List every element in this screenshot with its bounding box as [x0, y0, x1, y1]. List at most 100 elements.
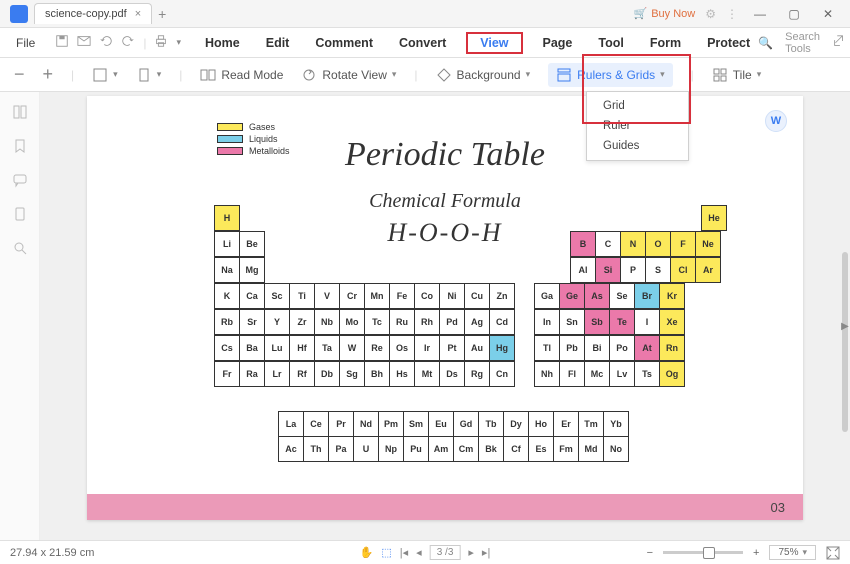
element-Cs: Cs	[214, 335, 240, 361]
element-C: C	[595, 231, 621, 257]
zoom-out-button[interactable]: −	[14, 64, 25, 85]
element-Sr: Sr	[239, 309, 265, 335]
menu-tabs: Home Edit Comment Convert View Page Tool…	[199, 32, 756, 54]
element-Pd: Pd	[439, 309, 465, 335]
print-icon[interactable]	[154, 34, 168, 51]
tab-view[interactable]: View	[466, 32, 522, 54]
thumbnails-icon[interactable]	[12, 104, 28, 120]
element-O: O	[645, 231, 671, 257]
comment-icon[interactable]	[12, 172, 28, 188]
minimize-button[interactable]: —	[748, 7, 772, 21]
zoom-out-status[interactable]: −	[647, 547, 653, 559]
tab-page[interactable]: Page	[537, 32, 579, 54]
workspace: W Gases Liquids Metalloids Periodic Tabl…	[0, 92, 850, 540]
tab-tool[interactable]: Tool	[592, 32, 629, 54]
element-Co: Co	[414, 283, 440, 309]
element-Tm: Tm	[578, 411, 604, 437]
side-panel	[0, 92, 40, 540]
settings-icon[interactable]: ⚙	[705, 7, 716, 21]
zoom-in-status[interactable]: +	[753, 547, 759, 559]
lanthanide-row: LaCePrNdPmSmEuGdTbDyHoErTmYb	[279, 412, 629, 437]
element-Mg: Mg	[239, 257, 265, 283]
swatch-metalloids	[217, 147, 243, 155]
menu-item-guides[interactable]: Guides	[587, 136, 688, 156]
element-Ru: Ru	[389, 309, 415, 335]
tab-home[interactable]: Home	[199, 32, 246, 54]
qat-dropdown-icon[interactable]: ▾	[176, 37, 181, 48]
right-edge-scroll[interactable]: ▶	[840, 316, 850, 336]
fit-width-button[interactable]: ▾	[92, 67, 118, 83]
app-icon	[10, 5, 28, 23]
read-mode-button[interactable]: Read Mode	[200, 67, 283, 83]
element-Cf: Cf	[503, 436, 529, 462]
prev-page-button[interactable]: ◂	[416, 546, 422, 559]
next-page-button[interactable]: ▸	[468, 546, 474, 559]
document-canvas[interactable]: W Gases Liquids Metalloids Periodic Tabl…	[40, 92, 850, 540]
tab-form[interactable]: Form	[644, 32, 687, 54]
element-Hs: Hs	[389, 361, 415, 387]
element-H: H	[214, 205, 240, 231]
attachment-icon[interactable]	[12, 206, 28, 222]
save-icon[interactable]	[55, 34, 69, 51]
element-Db: Db	[314, 361, 340, 387]
element-Bk: Bk	[478, 436, 504, 462]
element-Be: Be	[239, 231, 265, 257]
mail-icon[interactable]	[77, 34, 91, 51]
undo-icon[interactable]	[99, 34, 113, 51]
search-tools-input[interactable]: Search Tools	[785, 31, 820, 55]
new-tab-button[interactable]: +	[158, 6, 166, 22]
tab-protect[interactable]: Protect	[701, 32, 756, 54]
redo-icon[interactable]	[121, 34, 135, 51]
word-export-badge[interactable]: W	[765, 110, 787, 132]
close-window-button[interactable]: ✕	[816, 7, 840, 21]
page-number-field[interactable]: 3 /3	[430, 545, 461, 560]
share-icon[interactable]	[832, 34, 846, 51]
tab-edit[interactable]: Edit	[260, 32, 296, 54]
element-Er: Er	[553, 411, 579, 437]
vertical-scrollbar[interactable]	[842, 252, 848, 432]
tile-button[interactable]: Tile▾	[712, 67, 761, 83]
element-Br: Br	[634, 283, 660, 309]
tab-comment[interactable]: Comment	[309, 32, 379, 54]
search-icon[interactable]: 🔍	[758, 36, 773, 50]
zoom-in-button[interactable]: +	[43, 64, 54, 85]
element-Ho: Ho	[528, 411, 554, 437]
hand-tool-icon[interactable]: ✋	[360, 546, 374, 559]
menu-item-ruler[interactable]: Ruler	[587, 116, 688, 136]
rulers-grids-button[interactable]: Rulers & Grids▾	[548, 63, 673, 87]
element-Lr: Lr	[264, 361, 290, 387]
element-Sg: Sg	[339, 361, 365, 387]
zoom-slider[interactable]	[663, 551, 743, 554]
bookmark-icon[interactable]	[12, 138, 28, 154]
search-side-icon[interactable]	[12, 240, 28, 256]
zoom-level-field[interactable]: 75%▾	[769, 545, 816, 560]
menu-item-grid[interactable]: Grid	[587, 96, 688, 116]
more-icon[interactable]: ⋮	[726, 7, 738, 21]
element-Ge: Ge	[559, 283, 585, 309]
fit-screen-icon[interactable]	[826, 546, 840, 560]
element-Kr: Kr	[659, 283, 685, 309]
element-Si: Si	[595, 257, 621, 283]
element-La: La	[278, 411, 304, 437]
last-page-button[interactable]: ▸|	[482, 546, 490, 559]
close-tab-icon[interactable]: ×	[135, 8, 141, 20]
fit-page-button[interactable]: ▾	[136, 67, 162, 83]
select-tool-icon[interactable]: ⬚	[381, 546, 391, 559]
maximize-button[interactable]: ▢	[782, 7, 806, 21]
element-I: I	[634, 309, 660, 335]
file-menu[interactable]: File	[8, 32, 43, 54]
rotate-view-button[interactable]: Rotate View▾	[301, 67, 396, 83]
document-tab-label: science-copy.pdf	[45, 8, 127, 20]
tab-convert[interactable]: Convert	[393, 32, 452, 54]
legend: Gases Liquids Metalloids	[217, 122, 290, 158]
element-F: F	[670, 231, 696, 257]
element-U: U	[353, 436, 379, 462]
buy-now-link[interactable]: 🛒 Buy Now	[634, 7, 696, 20]
first-page-button[interactable]: |◂	[400, 546, 408, 559]
element-Bh: Bh	[364, 361, 390, 387]
element-Yb: Yb	[603, 411, 629, 437]
doc-title: Periodic Table	[345, 136, 545, 174]
element-Cu: Cu	[464, 283, 490, 309]
background-button[interactable]: Background▾	[436, 67, 531, 83]
document-tab[interactable]: science-copy.pdf ×	[34, 3, 152, 24]
